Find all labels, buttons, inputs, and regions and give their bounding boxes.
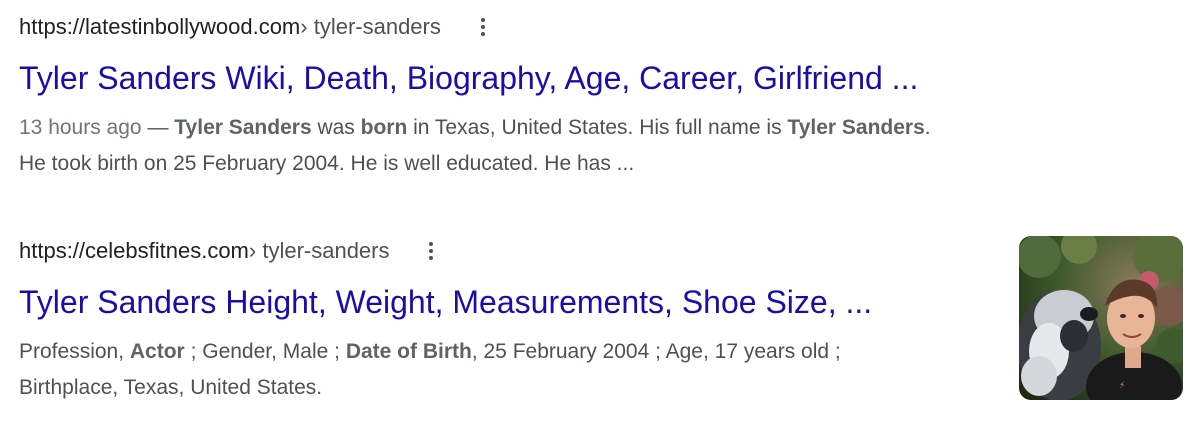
result-path: › tyler-sanders xyxy=(300,14,441,39)
result-date: 13 hours ago xyxy=(19,116,142,139)
result-thumbnail-image[interactable]: ⚡ xyxy=(1019,236,1183,400)
snippet-bold: Actor xyxy=(129,340,185,363)
snippet-text: was xyxy=(311,116,361,139)
date-separator: — xyxy=(141,116,175,139)
thumbnail-photo: ⚡ xyxy=(1019,236,1183,400)
snippet-line-2: He took birth on 25 February 2004. He is… xyxy=(19,152,635,175)
snippet-line-2: Birthplace, Texas, United States. xyxy=(19,376,323,399)
snippet-text: , 25 February 2004 ; Age, 17 years old ; xyxy=(471,340,841,363)
snippet-bold: Tyler Sanders xyxy=(174,116,312,139)
search-result-1: https://latestinbollywood.com › tyler-sa… xyxy=(19,12,1099,182)
result-title-link[interactable]: Tyler Sanders Height, Weight, Measuremen… xyxy=(19,282,999,322)
result-cite: https://latestinbollywood.com › tyler-sa… xyxy=(19,12,1099,42)
snippet-text: ; Gender, Male ; xyxy=(184,340,346,363)
result-snippet: Profession, Actor ; Gender, Male ; Date … xyxy=(19,334,999,406)
result-domain[interactable]: https://latestinbollywood.com xyxy=(19,14,300,40)
svg-text:⚡: ⚡ xyxy=(1119,381,1125,391)
more-options-icon[interactable] xyxy=(419,236,443,266)
snippet-bold: born xyxy=(360,116,408,139)
search-result-2: https://celebsfitnes.com › tyler-sanders… xyxy=(19,236,999,406)
snippet-bold: Tyler Sanders xyxy=(787,116,925,139)
result-title-link[interactable]: Tyler Sanders Wiki, Death, Biography, Ag… xyxy=(19,58,1099,98)
result-snippet: 13 hours ago — Tyler Sanders was born in… xyxy=(19,110,1099,182)
more-options-icon[interactable] xyxy=(471,12,495,42)
result-path: › tyler-sanders xyxy=(248,238,390,263)
result-cite: https://celebsfitnes.com › tyler-sanders xyxy=(19,236,999,266)
snippet-text: Profession, xyxy=(19,340,130,363)
snippet-text: . xyxy=(924,116,931,139)
snippet-bold: Date of Birth xyxy=(345,340,472,363)
snippet-text: in Texas, United States. His full name i… xyxy=(407,116,788,139)
result-domain[interactable]: https://celebsfitnes.com xyxy=(19,238,249,264)
